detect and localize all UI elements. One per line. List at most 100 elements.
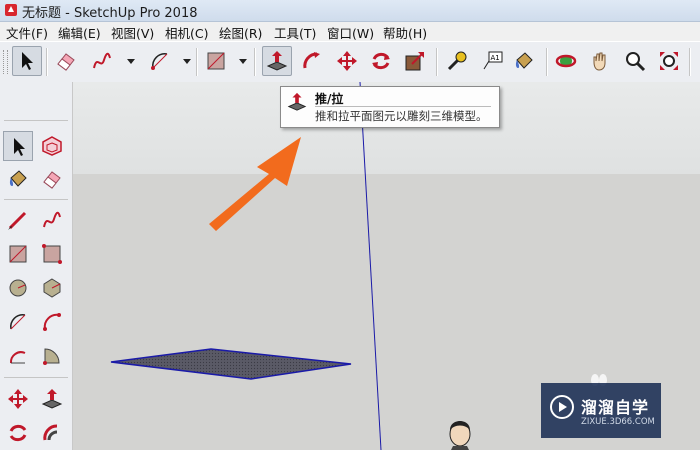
text-tool-glyph: A1 — [491, 54, 500, 62]
orbit-tool-button[interactable] — [552, 47, 580, 75]
palette-polygon-button[interactable] — [37, 273, 67, 303]
rotated-rectangle-icon — [42, 244, 62, 264]
polygon-icon — [43, 278, 61, 298]
push-pull-tooltip: 推/拉 推和拉平面图元以雕刻三维模型。 — [280, 86, 500, 128]
menu-bar: 文件(F) 编辑(E) 视图(V) 相机(C) 绘图(R) 工具(T) 窗口(W… — [0, 22, 700, 41]
paint-bucket-tool-button[interactable] — [510, 47, 538, 75]
text-icon: A1 — [483, 51, 503, 70]
freehand-icon — [93, 52, 111, 69]
toolbar-separator — [254, 48, 256, 76]
push-pull-icon — [41, 389, 63, 409]
rectangle-face[interactable] — [110, 348, 352, 380]
menu-window[interactable]: 窗口(W) — [327, 23, 374, 42]
menu-camera[interactable]: 相机(C) — [165, 23, 208, 42]
palette-select-button[interactable] — [3, 131, 33, 161]
follow-me-icon — [303, 52, 320, 69]
palette-paint-bucket-button[interactable] — [3, 164, 33, 194]
move-icon — [337, 51, 357, 71]
select-icon — [14, 138, 25, 156]
tape-measure-tool-button[interactable] — [443, 47, 471, 75]
pan-tool-button[interactable] — [586, 47, 614, 75]
shape-dropdown-arrow[interactable] — [239, 59, 247, 64]
freehand-icon — [43, 211, 61, 228]
tooltip-title: 推/拉 — [315, 92, 344, 106]
menu-draw[interactable]: 绘图(R) — [219, 23, 262, 42]
menu-edit[interactable]: 编辑(E) — [58, 23, 101, 42]
scale-icon — [405, 52, 424, 71]
watermark-url: ZIXUE.3D66.COM — [581, 417, 655, 427]
tape-measure-icon — [447, 51, 467, 71]
zoom-icon — [626, 52, 646, 72]
move-tool-button[interactable] — [333, 47, 361, 75]
push-pull-icon — [287, 92, 307, 111]
palette-three-point-arc-button[interactable] — [3, 341, 33, 371]
rotate-icon — [9, 424, 27, 442]
zoom-tool-button[interactable] — [621, 47, 649, 75]
palette-rotate-button[interactable] — [3, 418, 33, 448]
tooltip-divider — [315, 106, 491, 107]
circle-icon — [9, 279, 27, 297]
arc-dropdown-arrow[interactable] — [183, 59, 191, 64]
rectangle-icon — [9, 245, 27, 263]
eraser-tool-button[interactable] — [52, 47, 80, 75]
palette-separator — [4, 377, 68, 378]
eraser-icon — [57, 53, 75, 71]
palette-make-component-button[interactable] — [37, 131, 67, 161]
palette-eraser-button[interactable] — [37, 164, 67, 194]
three-point-arc-icon — [9, 351, 26, 364]
menu-view[interactable]: 视图(V) — [111, 23, 154, 42]
palette-rotated-rectangle-button[interactable] — [37, 239, 67, 269]
palette-freehand-button[interactable] — [37, 205, 67, 235]
push-pull-icon — [266, 51, 288, 71]
move-icon — [8, 389, 28, 409]
menu-help[interactable]: 帮助(H) — [383, 23, 427, 42]
menu-file[interactable]: 文件(F) — [6, 23, 48, 42]
palette-arc-button[interactable] — [3, 307, 33, 337]
sketchup-logo-icon — [5, 4, 17, 16]
toolbar-separator — [46, 48, 48, 76]
paint-bucket-icon — [515, 52, 533, 69]
palette-pie-button[interactable] — [37, 341, 67, 371]
main-toolbar: A1 — [0, 41, 700, 83]
pan-icon — [593, 52, 606, 71]
palette-circle-button[interactable] — [3, 273, 33, 303]
site-watermark: 溜溜自学 ZIXUE.3D66.COM — [541, 383, 661, 438]
follow-me-icon — [43, 424, 58, 441]
pie-icon — [43, 348, 60, 365]
menu-tools[interactable]: 工具(T) — [274, 23, 316, 42]
rotate-tool-button[interactable] — [367, 47, 395, 75]
orbit-icon — [555, 54, 577, 68]
palette-rectangle-button[interactable] — [3, 239, 33, 269]
tooltip-description: 推和拉平面图元以雕刻三维模型。 — [315, 109, 488, 123]
palette-move-button[interactable] — [3, 384, 33, 414]
toolbar-separator — [689, 48, 691, 76]
pencil-icon — [8, 211, 27, 230]
toolbar-separator — [546, 48, 548, 76]
window-title: 无标题 - SketchUp Pro 2018 — [22, 6, 198, 21]
person-figure — [449, 421, 471, 450]
follow-me-tool-button[interactable] — [298, 47, 326, 75]
toolbar-grip[interactable] — [3, 50, 8, 74]
palette-follow-me-button[interactable] — [37, 418, 67, 448]
palette-two-point-arc-button[interactable] — [37, 307, 67, 337]
zoom-extents-icon — [660, 52, 678, 70]
freehand-dropdown-arrow[interactable] — [127, 59, 135, 64]
watermark-name: 溜溜自学 — [581, 398, 650, 417]
arc-icon — [151, 53, 168, 70]
zoom-extents-tool-button[interactable] — [655, 47, 683, 75]
palette-push-pull-button[interactable] — [37, 384, 67, 414]
text-tool-button[interactable]: A1 — [478, 47, 506, 75]
rotate-icon — [372, 52, 390, 70]
palette-separator — [4, 199, 68, 200]
select-tool-button[interactable] — [12, 46, 42, 76]
freehand-tool-button[interactable] — [88, 47, 116, 75]
title-bar: 无标题 - SketchUp Pro 2018 — [0, 0, 700, 22]
blue-axis-line — [359, 82, 382, 450]
push-pull-tool-button[interactable] — [262, 46, 292, 76]
arc-tool-button[interactable] — [146, 47, 174, 75]
palette-line-button[interactable] — [3, 205, 33, 235]
scale-tool-button[interactable] — [401, 47, 429, 75]
arc-icon — [10, 314, 26, 330]
rectangle-tool-button[interactable] — [202, 47, 230, 75]
component-icon — [42, 136, 62, 156]
